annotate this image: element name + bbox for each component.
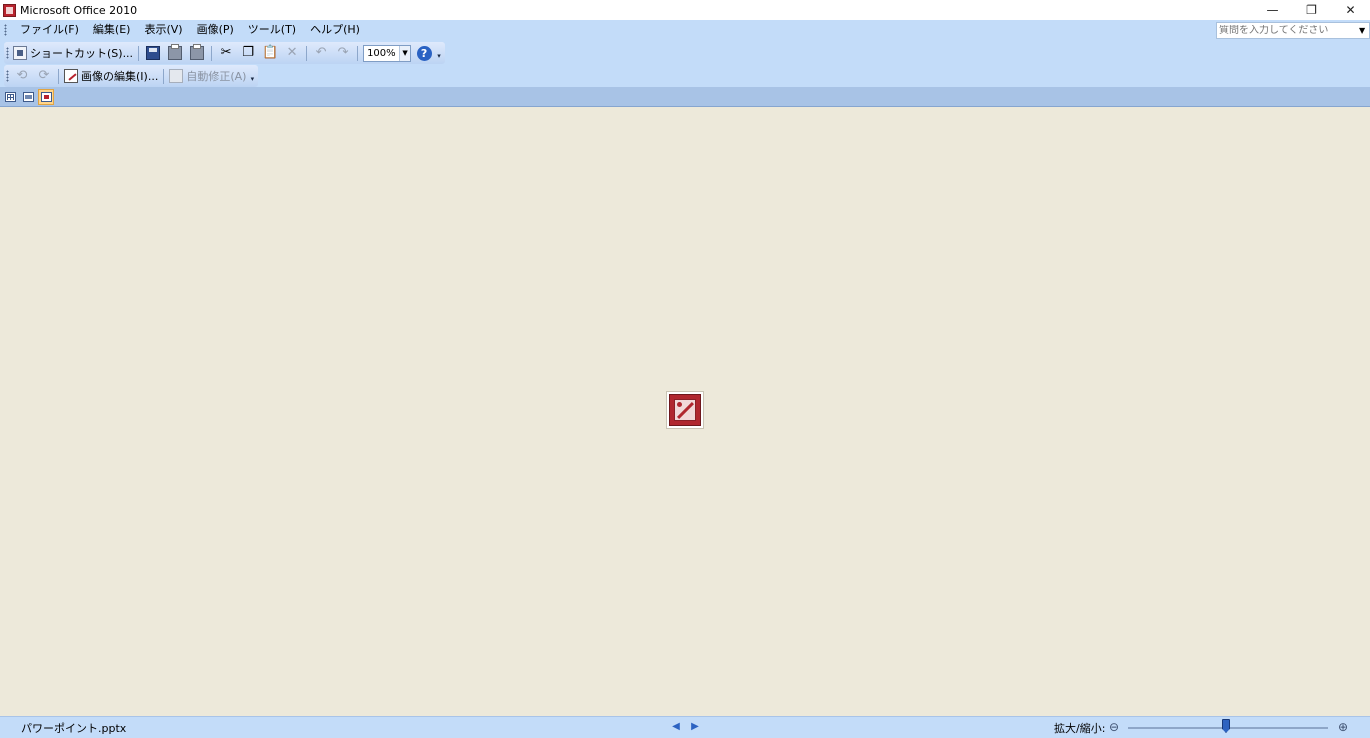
toolbar-separator [58,68,59,84]
undo-button[interactable]: ↶ [311,44,331,62]
minimize-button[interactable]: — [1253,0,1292,20]
help-button[interactable]: ? [414,44,434,62]
toolbar-separator [163,68,165,84]
zoom-slider-thumb[interactable] [1222,719,1230,733]
rotate-left-icon: ⟲ [16,68,28,83]
menu-picture[interactable]: 画像(P) [190,20,241,40]
zoom-value: 100% [367,47,396,59]
edit-picture-button[interactable]: 画像の編集(I)... [63,67,159,85]
view-mode-bar [0,87,1370,107]
broken-picture-icon [669,394,701,426]
toolbar-overflow-icon[interactable]: ▾ [248,69,256,83]
previous-picture-button[interactable]: ◀ [671,721,681,733]
undo-icon: ↶ [315,45,327,60]
paste-button[interactable]: 📋 [260,44,280,62]
toolbar-overflow-icon[interactable]: ▾ [435,46,443,60]
menu-edit[interactable]: 編集(E) [86,20,138,40]
status-filename: パワーポイント.pptx [21,722,127,735]
title-bar: Microsoft Office 2010 — ❐ ✕ [0,0,1370,20]
shortcut-label: ショートカット(S)... [30,47,134,60]
print-preview-icon [190,44,205,60]
copy-button[interactable]: ❐ [238,44,258,62]
help-search-input[interactable] [1217,25,1356,36]
print-preview-button[interactable] [187,44,207,62]
paste-icon: 📋 [261,45,279,60]
rotate-right-icon: ⟳ [38,68,50,83]
redo-button[interactable]: ↷ [333,44,353,62]
menu-file[interactable]: ファイル(F) [13,20,86,40]
print-icon [168,44,183,60]
menu-view[interactable]: 表示(V) [137,20,189,40]
menu-tools[interactable]: ツール(T) [241,20,303,40]
redo-icon: ↷ [337,45,349,60]
zoom-out-icon[interactable]: ⊖ [1107,720,1121,734]
single-picture-view-icon [40,91,52,102]
window-title: Microsoft Office 2010 [20,3,138,17]
menu-bar: ファイル(F) 編集(E) 表示(V) 画像(P) ツール(T) ヘルプ(H) [0,20,367,40]
app-icon [3,3,16,17]
toolbar-separator [306,45,308,61]
window-controls: — ❐ ✕ [1253,0,1370,20]
thumbnail-view-button[interactable] [2,89,18,105]
close-button[interactable]: ✕ [1331,0,1370,20]
menubar-grip-icon[interactable] [4,24,7,36]
cut-icon: ✂ [220,45,232,60]
menu-help[interactable]: ヘルプ(H) [303,20,367,40]
toolbar-separator [138,45,140,61]
toolbar-grip-icon[interactable] [6,70,9,82]
save-icon [146,46,161,60]
rotate-right-button[interactable]: ⟳ [34,67,54,85]
zoom-dropdown-icon[interactable]: ▼ [399,45,411,61]
cut-button[interactable]: ✂ [216,44,236,62]
edit-picture-icon [64,69,78,83]
toolbar-grip-icon[interactable] [6,47,9,59]
restore-button[interactable]: ❐ [1292,0,1331,20]
copy-icon: ❐ [242,45,254,60]
image-canvas [0,107,1370,716]
command-bars: ファイル(F) 編集(E) 表示(V) 画像(P) ツール(T) ヘルプ(H) … [0,20,1370,87]
filmstrip-view-icon [22,91,34,102]
missing-image-placeholder [666,391,704,429]
picture-toolbar: ⟲ ⟳ 画像の編集(I)... 自動修正(A) ▾ [4,65,259,87]
shortcut-icon [13,46,27,60]
thumbnail-view-icon [4,91,16,102]
autocorrect-label: 自動修正(A) [186,70,247,83]
help-search-box: ▼ [1216,22,1370,39]
filmstrip-view-button[interactable] [20,89,36,105]
rotate-left-button[interactable]: ⟲ [12,67,32,85]
help-search-dropdown-icon[interactable]: ▼ [1355,23,1369,38]
standard-toolbar: ショートカット(S)... ✂ ❐ 📋 ✕ ↶ ↷ 100% ▼ ? ▾ [4,42,446,64]
status-bar: パワーポイント.pptx ◀ ▶ 拡大/縮小: ⊖ ⊕ [0,716,1370,738]
zoom-in-icon[interactable]: ⊕ [1336,720,1350,734]
toolbar-separator [357,45,359,61]
shortcut-button[interactable]: ショートカット(S)... [12,44,134,62]
edit-picture-label: 画像の編集(I)... [81,70,159,83]
delete-button[interactable]: ✕ [282,44,302,62]
broken-picture-dot [677,402,682,407]
toolbar-separator [211,45,213,61]
single-picture-view-button[interactable] [38,88,54,105]
next-picture-button[interactable]: ▶ [690,721,700,733]
help-icon: ? [416,45,432,61]
autocorrect-icon [169,69,184,83]
save-button[interactable] [143,44,163,62]
print-button[interactable] [165,44,185,62]
zoom-label: 拡大/縮小: [1054,722,1106,735]
autocorrect-button[interactable]: 自動修正(A) [168,67,247,85]
zoom-combo[interactable]: 100% ▼ [363,44,412,62]
delete-icon: ✕ [286,45,298,60]
